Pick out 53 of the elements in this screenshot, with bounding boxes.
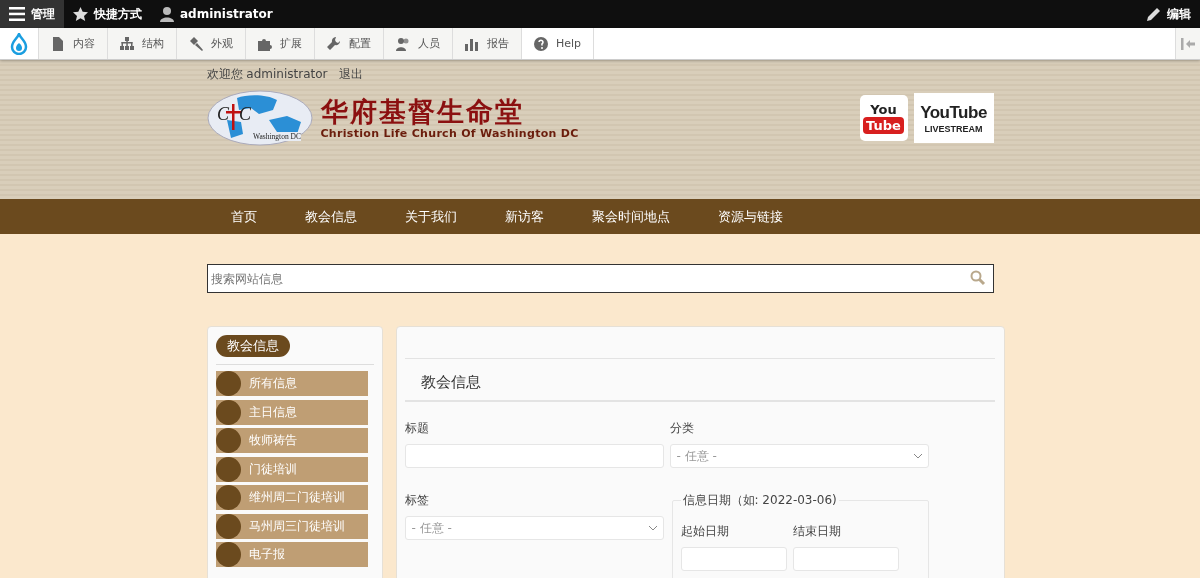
- shortcuts-menu[interactable]: 快捷方式: [64, 0, 151, 28]
- nav-link[interactable]: 资源与链接: [693, 207, 807, 226]
- search-field[interactable]: 搜索网站信息: [206, 264, 994, 293]
- chart-icon: [465, 36, 479, 51]
- toolbar-item[interactable]: 结构: [108, 28, 177, 59]
- toolbar-item[interactable]: 人员: [384, 28, 453, 59]
- tree-icon: [120, 36, 134, 51]
- nav-link[interactable]: 教会信息: [280, 207, 381, 226]
- help-icon: [534, 36, 548, 51]
- field-label: 结束日期: [792, 523, 842, 540]
- toolbar-item[interactable]: Help: [522, 28, 595, 59]
- youtube-badge[interactable]: YouTube LIVESTREAM: [913, 93, 994, 143]
- nav-link[interactable]: 首页: [206, 207, 281, 226]
- brush-icon: [189, 36, 203, 51]
- input-field[interactable]: [680, 547, 787, 571]
- nav-link[interactable]: 新访客: [480, 207, 568, 226]
- search-icon[interactable]: [969, 270, 986, 286]
- people-icon: [396, 36, 410, 51]
- youtube-badge[interactable]: You Tube: [859, 95, 908, 141]
- input-field[interactable]: [792, 547, 899, 571]
- toolbar-item[interactable]: 内容: [39, 28, 108, 59]
- drop-logo-icon[interactable]: [10, 32, 28, 55]
- logout-link[interactable]: 退出: [339, 66, 364, 82]
- welcome-text: 欢迎您 administrator: [206, 66, 328, 82]
- site-subtitle: Christion Life Church Of Washington DC: [320, 126, 579, 140]
- toolbar-item[interactable]: 扩展: [246, 28, 315, 59]
- field-label: 起始日期: [680, 523, 730, 540]
- pencil-icon: [1147, 7, 1161, 21]
- fieldset-legend: 信息日期（如: 2022-03-06): [680, 492, 839, 509]
- wrench-icon: [327, 36, 341, 51]
- input-field[interactable]: [404, 444, 664, 468]
- edit-button[interactable]: 编辑: [1138, 0, 1200, 28]
- chevron-icon: [913, 453, 922, 459]
- manage-menu[interactable]: 管理: [0, 0, 64, 28]
- toolbar-item[interactable]: 配置: [315, 28, 384, 59]
- toolbar-item[interactable]: 外观: [177, 28, 246, 59]
- user-menu[interactable]: administrator: [151, 0, 282, 28]
- section-title: 教会信息: [404, 358, 995, 402]
- page-icon: [51, 36, 65, 51]
- field-label: 分类: [669, 420, 695, 437]
- chevron-icon: [648, 525, 657, 531]
- star-icon: [73, 7, 88, 21]
- sidebar-title: 教会信息: [215, 335, 290, 357]
- nav-link[interactable]: 关于我们: [380, 207, 481, 226]
- nav-link[interactable]: 聚会时间地点: [567, 207, 694, 226]
- field-label: 标题: [404, 420, 430, 437]
- user-icon: [160, 6, 174, 22]
- puzzle-icon: [258, 36, 272, 51]
- site-title: 华府基督生命堂: [320, 96, 525, 127]
- collapse-icon[interactable]: [1181, 37, 1195, 50]
- toolbar-item[interactable]: 报告: [453, 28, 522, 59]
- field-label: 标签: [404, 492, 430, 509]
- menu-icon: [9, 7, 25, 21]
